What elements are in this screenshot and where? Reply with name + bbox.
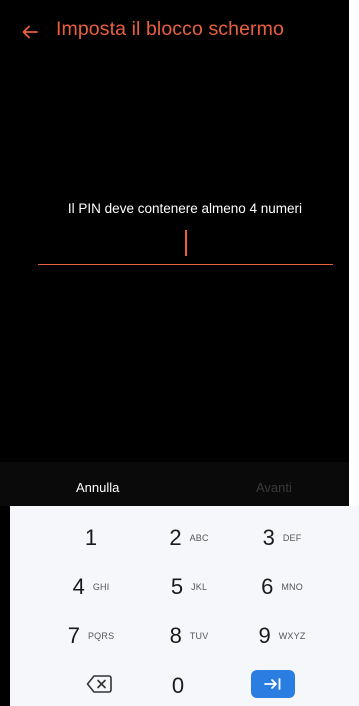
key-7[interactable]: 7 PQRS [43,616,139,656]
key-letters: PQRS [87,631,115,641]
key-0[interactable]: 0 [128,666,228,706]
key-digit: 9 [258,623,271,648]
key-digit: 5 [170,574,184,599]
key-1[interactable]: 1 [43,518,139,558]
key-3[interactable]: 3 DEF [234,518,330,558]
key-letters: ABC [189,533,209,543]
cancel-button[interactable]: Annulla [76,480,119,495]
key-2[interactable]: 2 ABC [141,518,237,558]
key-digit: 1 [84,525,98,550]
pin-hint: Il PIN deve contenere almeno 4 numeri [67,201,303,216]
pin-input-underline[interactable] [38,264,333,265]
key-digit: 7 [67,623,80,648]
key-digit: 8 [169,623,182,648]
back-button[interactable] [10,12,50,52]
key-digit: 6 [261,574,274,599]
key-letters: MNO [281,582,303,592]
key-digit: 4 [72,574,85,599]
key-digit: 3 [262,525,275,550]
key-letters: WXYZ [278,631,306,641]
key-6[interactable]: 6 MNO [234,567,330,607]
key-letters: JKL [191,582,208,592]
key-letters: DEF [282,533,302,543]
enter-icon [264,678,281,690]
backspace-icon [86,675,112,693]
top-bar: Imposta il blocco schermo [0,0,349,64]
key-letters: TUV [189,631,209,641]
enter-button[interactable] [251,670,295,698]
backspace-button[interactable] [86,674,112,694]
key-8[interactable]: 8 TUV [141,616,237,656]
arrow-left-icon [22,25,38,39]
keyboard-edge [9,506,10,706]
page-title: Imposta il blocco schermo [56,18,284,40]
key-letters: GHI [92,582,110,592]
next-button[interactable]: Avanti [256,480,292,495]
key-4[interactable]: 4 GHI [43,567,139,607]
key-9[interactable]: 9 WXYZ [234,616,330,656]
key-digit: 0 [171,673,185,698]
key-5[interactable]: 5 JKL [141,567,237,607]
text-cursor [185,230,187,256]
key-digit: 2 [169,525,182,550]
action-bar: Annulla Avanti [0,462,349,506]
